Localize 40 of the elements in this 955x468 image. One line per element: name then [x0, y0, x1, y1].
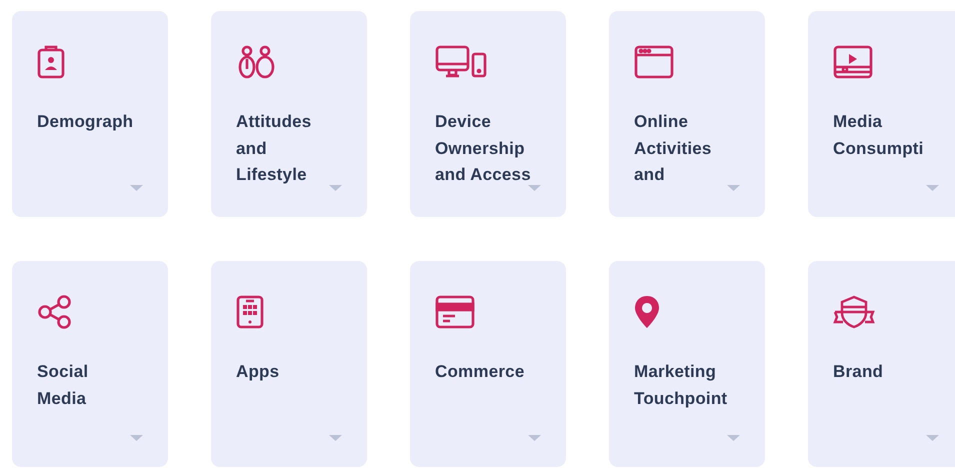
video-player-icon	[833, 45, 873, 79]
caret-icon[interactable]	[727, 185, 740, 191]
caret-icon[interactable]	[329, 185, 342, 191]
category-title: Commerce	[435, 361, 526, 383]
category-card[interactable]: Media Consumpti	[808, 11, 955, 217]
category-card[interactable]: Commerce	[410, 261, 566, 467]
category-title: Social Media	[37, 361, 90, 410]
category-card[interactable]: Brand	[808, 261, 955, 467]
category-card[interactable]: Device Ownership and Access	[410, 11, 566, 217]
browser-window-icon	[634, 45, 674, 79]
caret-icon[interactable]	[926, 185, 939, 191]
shield-badge-icon	[833, 295, 875, 329]
caret-icon[interactable]	[130, 185, 143, 191]
category-card[interactable]: Online Activities and	[609, 11, 765, 217]
category-title: Media Consumpti	[833, 111, 925, 160]
category-card[interactable]: Apps	[211, 261, 367, 467]
category-card[interactable]: Marketing Touchpoint	[609, 261, 765, 467]
tablet-icon	[236, 295, 264, 329]
caret-icon[interactable]	[329, 435, 342, 441]
category-title: Demograph	[37, 111, 134, 133]
category-title: Device Ownership and Access	[435, 111, 532, 186]
category-title: Apps	[236, 361, 280, 383]
caret-icon[interactable]	[528, 185, 541, 191]
category-card[interactable]: Attitudes and Lifestyle	[211, 11, 367, 217]
category-card[interactable]: Social Media	[12, 261, 168, 467]
caret-icon[interactable]	[926, 435, 939, 441]
category-title: Brand	[833, 361, 884, 383]
people-icon	[236, 45, 276, 79]
caret-icon[interactable]	[130, 435, 143, 441]
caret-icon[interactable]	[528, 435, 541, 441]
credit-card-icon	[435, 295, 475, 329]
category-title: Attitudes and Lifestyle	[236, 111, 312, 186]
clipboard-person-icon	[37, 45, 65, 79]
category-title: Online Activities and	[634, 111, 713, 186]
category-title: Marketing Touchpoint	[634, 361, 728, 410]
location-pin-icon	[634, 295, 660, 329]
caret-icon[interactable]	[727, 435, 740, 441]
category-card[interactable]: Demograph	[12, 11, 168, 217]
devices-icon	[435, 45, 487, 79]
share-icon	[37, 295, 73, 329]
